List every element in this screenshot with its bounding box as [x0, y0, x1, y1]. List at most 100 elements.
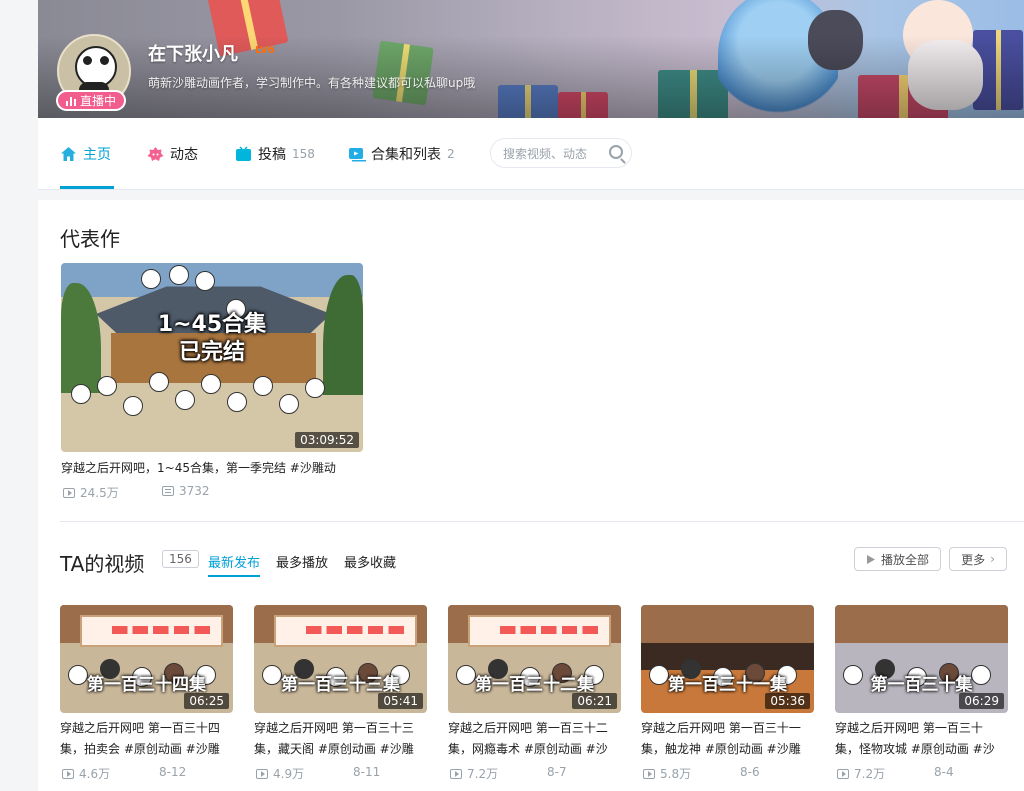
video-title[interactable]: 穿越之后开网吧 第一百三十三 集，藏天阁 #原创动画 #沙雕 — [254, 718, 427, 762]
video-thumbnail[interactable]: 第一百三十三集 05:41 — [254, 605, 427, 713]
video-date: 8-6 — [740, 765, 760, 779]
section-divider — [60, 521, 1024, 522]
representative-section-title: 代表作 — [60, 227, 120, 251]
play-all-button[interactable]: 播放全部 — [854, 547, 941, 571]
tab-latest[interactable]: 最新发布 — [208, 552, 260, 571]
panda-head — [201, 374, 221, 394]
video-title[interactable]: 穿越之后开网吧 第一百三十四 集，拍卖会 #原创动画 #沙雕 — [60, 718, 233, 762]
video-title-line2: 集，怪物攻城 #原创动画 #沙 — [835, 742, 995, 756]
video-duration: 06:29 — [959, 693, 1004, 709]
tab-home-label: 主页 — [83, 147, 111, 163]
danmaku-icon — [162, 486, 174, 496]
videos-section-title: TA的视频 — [60, 552, 145, 576]
representative-video-plays: 24.5万 — [63, 484, 119, 501]
videos-count-badge: 156 — [162, 550, 199, 568]
video-duration: 05:41 — [378, 693, 423, 709]
video-title-line2: 集，触龙神 #原创动画 #沙雕 — [641, 742, 801, 756]
thumbnail-sign — [80, 615, 223, 647]
more-label: 更多 — [961, 552, 986, 567]
upload-icon — [235, 146, 252, 162]
panda-head — [169, 265, 189, 285]
tab-most-favorited[interactable]: 最多收藏 — [344, 552, 396, 571]
video-date: 8-7 — [547, 765, 567, 779]
video-duration: 03:09:52 — [295, 432, 359, 448]
panda-head — [123, 396, 143, 416]
tab-home[interactable]: 主页 — [60, 144, 111, 164]
video-title-line1: 穿越之后开网吧 第一百三十四 — [60, 721, 220, 735]
video-play-count: 5.8万 — [643, 765, 691, 782]
tab-most-played[interactable]: 最多播放 — [276, 552, 328, 571]
video-title[interactable]: 穿越之后开网吧 第一百三十一 集，触龙神 #原创动画 #沙雕 — [641, 718, 814, 762]
live-badge[interactable]: 直播中 — [56, 90, 126, 111]
episode-label: 第一百三十一集 — [668, 675, 787, 695]
video-play-count: 4.9万 — [256, 765, 304, 782]
episode-label: 第一百三十四集 — [87, 675, 206, 695]
play-count-icon — [643, 768, 655, 779]
profile-search[interactable] — [490, 138, 632, 169]
user-name[interactable]: 在下张小凡 — [148, 40, 238, 66]
play-count-icon — [837, 768, 849, 779]
tab-uploads[interactable]: 投稿 158 — [235, 144, 315, 164]
play-count: 4.9万 — [273, 767, 305, 781]
play-all-label: 播放全部 — [880, 552, 929, 567]
overlay-text-line1: 1~45合集 — [157, 312, 267, 337]
thumbnail-sign — [468, 615, 611, 647]
collection-icon — [348, 146, 366, 162]
video-thumbnail[interactable]: 第一百三十集 06:29 — [835, 605, 1008, 713]
panda-head — [279, 394, 299, 414]
search-icon[interactable] — [609, 145, 623, 159]
tab-collections-label: 合集和列表 — [371, 147, 441, 163]
play-count: 7.2万 — [467, 767, 499, 781]
overlay-text: 1~45合集 已完结 — [61, 311, 363, 367]
panda-head — [305, 378, 325, 398]
video-duration: 05:36 — [765, 693, 810, 709]
dynamic-icon — [147, 146, 164, 162]
danmaku-count: 3732 — [179, 484, 210, 498]
video-thumbnail[interactable]: 第一百三十二集 06:21 — [448, 605, 621, 713]
video-title-line1: 穿越之后开网吧 第一百三十 — [835, 721, 983, 735]
live-bars-icon — [65, 96, 76, 106]
video-card[interactable]: 第一百三十二集 06:21 穿越之后开网吧 第一百三十二 集，网瘾毒术 #原创动… — [448, 605, 621, 785]
video-thumbnail[interactable]: 第一百三十四集 06:25 — [60, 605, 233, 713]
video-title-line2: 集，网瘾毒术 #原创动画 #沙 — [448, 742, 608, 756]
video-title-line2: 集，藏天阁 #原创动画 #沙雕 — [254, 742, 414, 756]
video-date: 8-12 — [159, 765, 187, 779]
play-icon — [866, 554, 875, 564]
main-content: 代表作 1~45合集 已完结 03:09:52 穿越之后开网吧，1~45合集，第… — [38, 200, 1024, 791]
video-duration: 06:21 — [572, 693, 617, 709]
panda-head — [195, 271, 215, 291]
play-count: 5.8万 — [660, 767, 692, 781]
video-play-count: 7.2万 — [837, 765, 885, 782]
profile-nav: 主页 动态 投稿 158 合集和列表 2 — [38, 118, 1024, 190]
representative-video-thumbnail[interactable]: 1~45合集 已完结 03:09:52 — [61, 263, 363, 452]
play-count: 7.2万 — [854, 767, 886, 781]
video-card[interactable]: 第一百三十四集 06:25 穿越之后开网吧 第一百三十四 集，拍卖会 #原创动画… — [60, 605, 233, 785]
panda-head — [141, 269, 161, 289]
live-label: 直播中 — [79, 94, 116, 108]
search-input[interactable] — [501, 139, 605, 169]
video-title-line1: 穿越之后开网吧 第一百三十二 — [448, 721, 608, 735]
play-count: 4.6万 — [79, 767, 111, 781]
representative-video-title[interactable]: 穿越之后开网吧，1~45合集，第一季完结 #沙雕动 — [61, 458, 361, 479]
tab-collections[interactable]: 合集和列表 2 — [348, 144, 455, 164]
tab-dynamic-label: 动态 — [170, 147, 198, 163]
episode-label: 第一百三十三集 — [281, 675, 400, 695]
video-title-line1: 穿越之后开网吧 第一百三十一 — [641, 721, 801, 735]
tab-uploads-label: 投稿 — [258, 147, 286, 163]
video-title[interactable]: 穿越之后开网吧 第一百三十二 集，网瘾毒术 #原创动画 #沙 — [448, 718, 621, 762]
chevron-right-icon: › — [990, 552, 995, 566]
video-title[interactable]: 穿越之后开网吧 第一百三十 集，怪物攻城 #原创动画 #沙 — [835, 718, 1008, 762]
more-button[interactable]: 更多 › — [949, 547, 1007, 571]
tab-dynamic[interactable]: 动态 — [147, 144, 198, 164]
video-card[interactable]: 第一百三十三集 05:41 穿越之后开网吧 第一百三十三 集，藏天阁 #原创动画… — [254, 605, 427, 785]
episode-label: 第一百三十集 — [870, 675, 973, 695]
user-signature: 萌新沙雕动画作者，学习制作中。有各种建议都可以私聊up哦 — [148, 76, 476, 90]
representative-video-danmaku: 3732 — [162, 484, 210, 498]
video-thumbnail[interactable]: 第一百三十一集 05:36 — [641, 605, 814, 713]
home-icon — [60, 146, 77, 162]
video-card[interactable]: 第一百三十一集 05:36 穿越之后开网吧 第一百三十一 集，触龙神 #原创动画… — [641, 605, 814, 785]
overlay-text-line2: 已完结 — [178, 340, 245, 365]
video-card[interactable]: 第一百三十集 06:29 穿越之后开网吧 第一百三十 集，怪物攻城 #原创动画 … — [835, 605, 1008, 785]
play-count-icon — [450, 768, 462, 779]
play-count-icon — [63, 487, 75, 498]
